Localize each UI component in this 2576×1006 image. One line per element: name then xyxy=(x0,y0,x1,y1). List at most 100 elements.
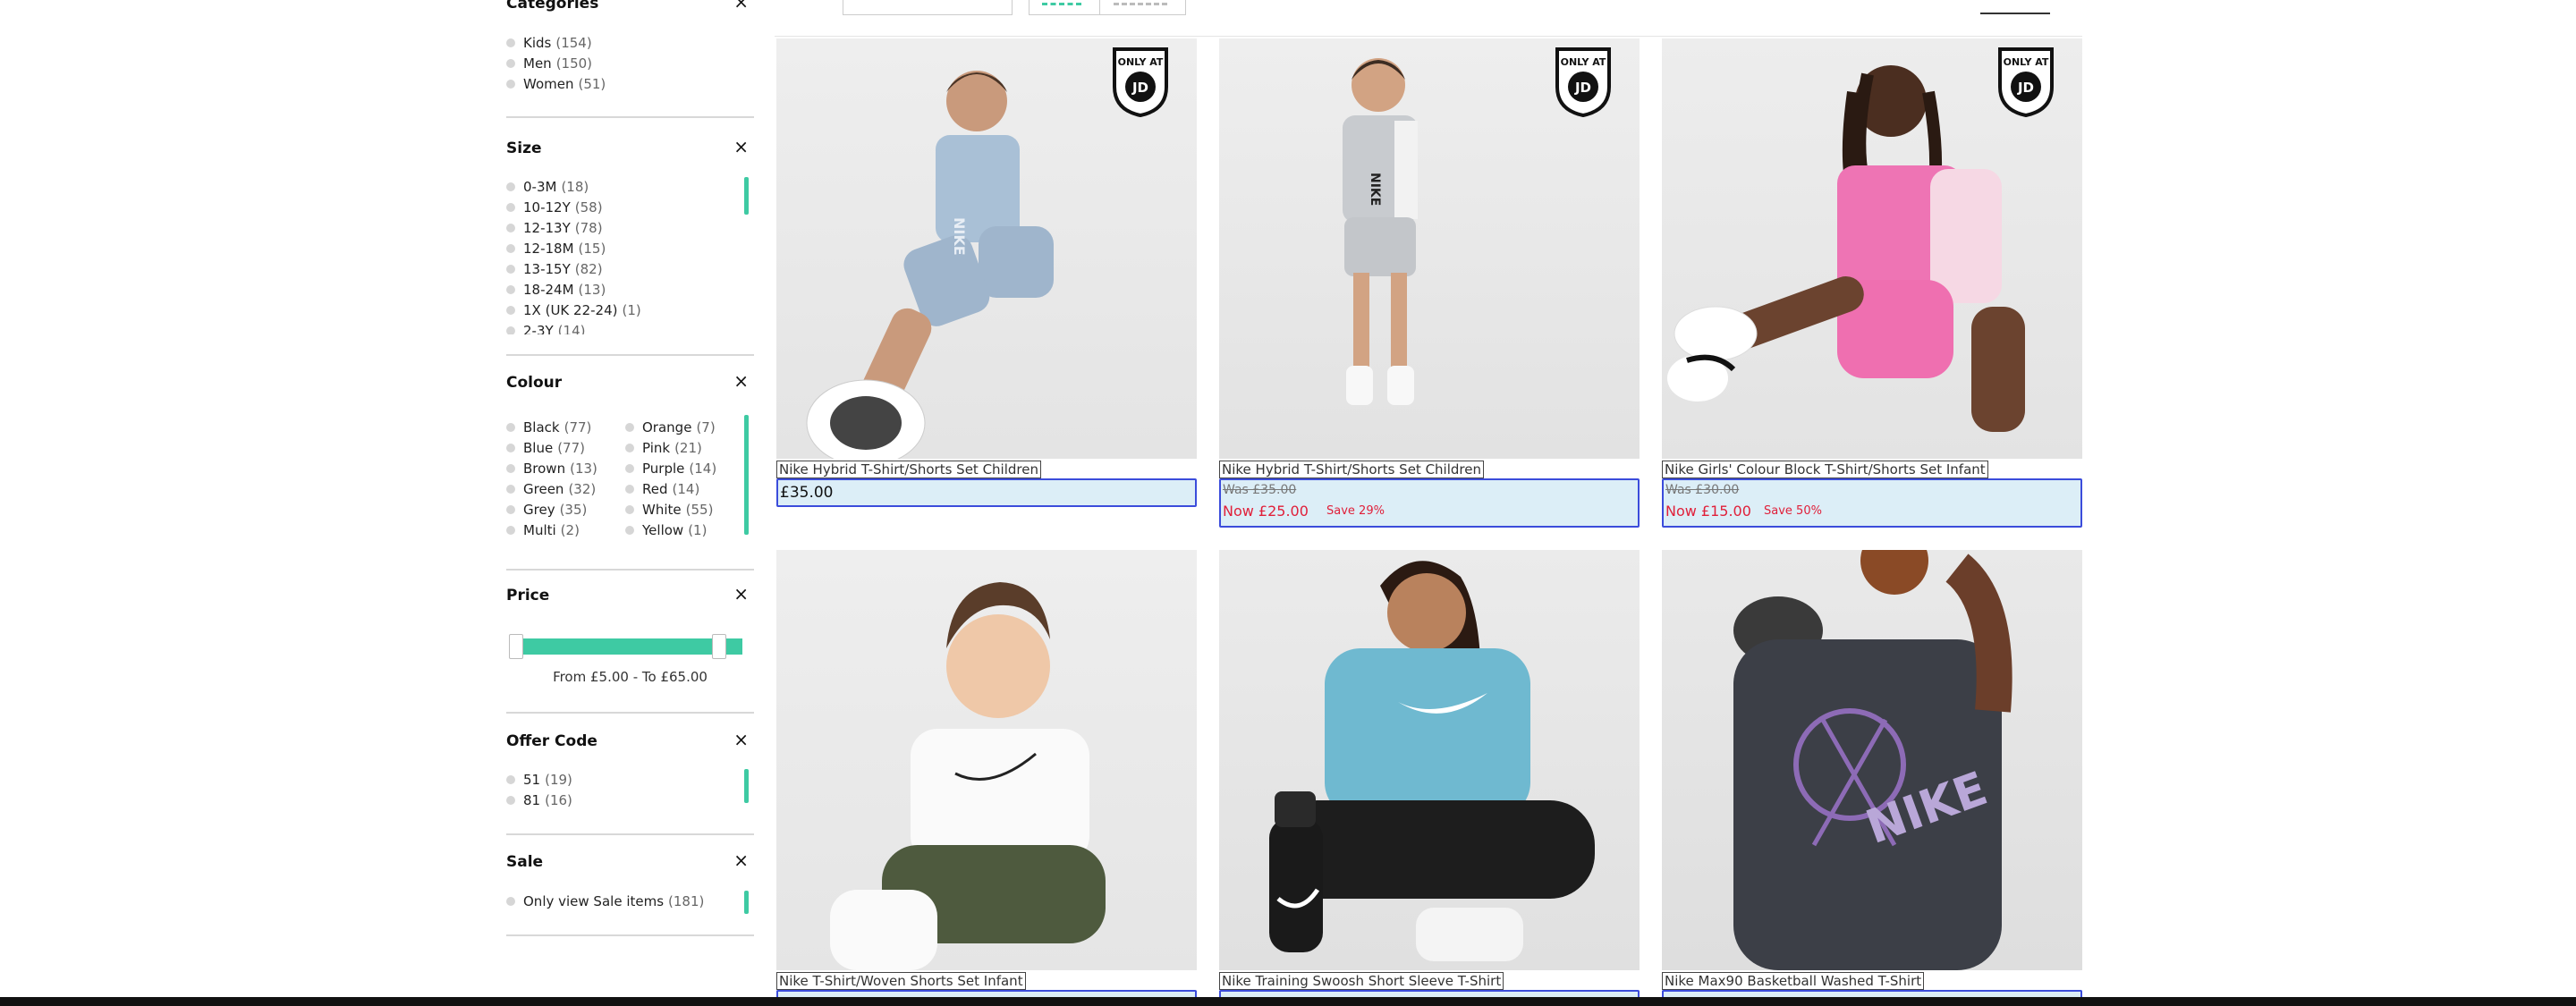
product-name[interactable]: Nike Hybrid T-Shirt/Shorts Set Children xyxy=(776,461,1041,478)
size-close-icon[interactable]: × xyxy=(733,138,749,156)
grid-view-toggle[interactable] xyxy=(1029,0,1186,15)
sale-title: Sale xyxy=(506,853,544,871)
size-option[interactable]: 13-15Y (82) xyxy=(506,261,603,277)
price-close-icon[interactable]: × xyxy=(733,585,749,603)
size-option[interactable]: 18-24M (13) xyxy=(506,282,606,298)
radio-icon xyxy=(506,526,515,535)
sort-dropdown[interactable] xyxy=(843,0,1013,15)
offer-code-close-icon[interactable]: × xyxy=(733,731,749,748)
radio-icon xyxy=(506,182,515,191)
colour-option-pink[interactable]: Pink (21) xyxy=(625,440,702,456)
colour-option-white[interactable]: White (55) xyxy=(625,502,713,518)
product-now-price: Now £15.00 xyxy=(1665,503,1751,520)
product-price-box: £35.00 xyxy=(776,478,1197,507)
only-at-jd-badge: ONLY AT JD xyxy=(1111,46,1170,118)
product-image[interactable] xyxy=(1219,550,1640,970)
radio-icon xyxy=(506,265,515,274)
size-option[interactable]: 1X (UK 22-24) (1) xyxy=(506,302,641,318)
product-name[interactable]: Nike T-Shirt/Woven Shorts Set Infant xyxy=(776,972,1026,990)
product-name[interactable]: Nike Girls' Colour Block T-Shirt/Shorts … xyxy=(1662,461,1988,478)
only-at-jd-icon: ONLY AT JD xyxy=(1113,47,1168,118)
product-image[interactable] xyxy=(776,550,1197,970)
price-slider-max-handle[interactable] xyxy=(712,634,726,659)
size-option[interactable]: 0-3M (18) xyxy=(506,179,589,195)
filter-offer-code: Offer Code × 51 (19) 81 (16) xyxy=(506,714,754,835)
radio-icon xyxy=(506,80,515,89)
radio-icon xyxy=(625,464,634,473)
only-at-jd-badge: ONLY AT JD xyxy=(1554,46,1613,118)
radio-icon xyxy=(506,285,515,294)
svg-text:ONLY AT: ONLY AT xyxy=(2004,56,2049,68)
radio-icon xyxy=(625,485,634,494)
offer-code-option[interactable]: 51 (19) xyxy=(506,772,572,788)
colour-close-icon[interactable]: × xyxy=(733,372,749,390)
svg-text:NIKE: NIKE xyxy=(1368,173,1382,206)
product-now-price: Now £25.00 xyxy=(1223,503,1309,520)
colour-option-orange[interactable]: Orange (7) xyxy=(625,419,716,435)
colour-title: Colour xyxy=(506,374,563,392)
colour-scrollbar[interactable] xyxy=(744,415,749,535)
filter-colour: Colour × Black (77) Blue (77) Brown (13) Gr… xyxy=(506,356,754,571)
product-price: £35.00 xyxy=(780,484,834,502)
colour-option-grey[interactable]: Grey (35) xyxy=(506,502,587,518)
only-at-jd-badge: ONLY AT JD xyxy=(1996,46,2055,118)
product-image[interactable]: NIKE ONLY AT JD xyxy=(1219,38,1640,459)
size-option[interactable]: 10-12Y (58) xyxy=(506,199,603,216)
categories-close-icon[interactable]: × xyxy=(733,0,749,11)
product-image[interactable]: NIKE xyxy=(1662,550,2082,970)
radio-icon xyxy=(625,423,634,432)
colour-option-yellow[interactable]: Yellow (1) xyxy=(625,522,707,538)
colour-option-multi[interactable]: Multi (2) xyxy=(506,522,580,538)
product-was-price: Was £35.00 xyxy=(1223,483,1297,497)
top-link-underline[interactable] xyxy=(1980,13,2050,14)
radio-icon xyxy=(506,897,515,906)
offer-code-option[interactable]: 81 (16) xyxy=(506,792,572,808)
product-name[interactable]: Nike Max90 Basketball Washed T-Shirt xyxy=(1662,972,1925,990)
product-photo-kid-white-tee xyxy=(830,582,1106,970)
size-option[interactable]: 2-3Y (14) xyxy=(506,323,585,334)
svg-text:ONLY AT: ONLY AT xyxy=(1561,56,1606,68)
category-option-men[interactable]: Men (150) xyxy=(506,55,592,72)
grid-3-icon[interactable] xyxy=(1042,3,1081,6)
product-image[interactable]: NIKE ONLY AT JD xyxy=(776,38,1197,459)
radio-icon xyxy=(625,505,634,514)
product-name[interactable]: Nike Hybrid T-Shirt/Shorts Set Children xyxy=(1219,461,1484,478)
product-was-price: Was £30.00 xyxy=(1665,483,1740,497)
size-option[interactable]: 12-13Y (78) xyxy=(506,220,603,236)
colour-option-purple[interactable]: Purple (14) xyxy=(625,461,716,477)
radio-icon xyxy=(506,59,515,68)
colour-option-black[interactable]: Black (77) xyxy=(506,419,591,435)
size-option[interactable]: 12-18M (15) xyxy=(506,241,606,257)
product-save-label: Save 50% xyxy=(1764,504,1822,518)
product-name[interactable]: Nike Training Swoosh Short Sleeve T-Shir… xyxy=(1219,972,1504,990)
offer-code-title: Offer Code xyxy=(506,732,597,750)
radio-icon xyxy=(506,38,515,47)
product-photo-woman-blue-tee xyxy=(1269,561,1595,961)
sale-close-icon[interactable]: × xyxy=(733,851,749,869)
radio-icon xyxy=(506,306,515,315)
colour-option-green[interactable]: Green (32) xyxy=(506,481,596,497)
filter-categories: Categories × Kids (154) Men (150) Women (51… xyxy=(506,0,754,118)
offer-code-scrollbar[interactable] xyxy=(744,769,749,803)
radio-icon xyxy=(506,244,515,253)
grid-4-icon[interactable] xyxy=(1114,3,1167,6)
colour-option-brown[interactable]: Brown (13) xyxy=(506,461,597,477)
price-slider-min-handle[interactable] xyxy=(509,634,523,659)
price-slider-track[interactable] xyxy=(515,638,742,655)
categories-title: Categories xyxy=(506,0,599,13)
size-options-list[interactable]: 0-3M (18) 10-12Y (58) 12-13Y (78) 12-18M (15… xyxy=(506,175,748,334)
category-option-kids[interactable]: Kids (154) xyxy=(506,35,592,51)
radio-icon xyxy=(506,505,515,514)
sale-option[interactable]: Only view Sale items (181) xyxy=(506,893,704,909)
colour-option-red[interactable]: Red (14) xyxy=(625,481,699,497)
svg-text:JD: JD xyxy=(1574,80,1591,96)
category-option-women[interactable]: Women (51) xyxy=(506,76,606,92)
colour-option-blue[interactable]: Blue (77) xyxy=(506,440,585,456)
sale-scrollbar[interactable] xyxy=(744,891,749,914)
radio-icon xyxy=(506,326,515,334)
radio-icon xyxy=(506,423,515,432)
product-image[interactable]: ONLY AT JD xyxy=(1662,38,2082,459)
bottom-bar xyxy=(0,997,2576,1006)
size-scrollbar[interactable] xyxy=(744,177,749,215)
svg-text:NIKE: NIKE xyxy=(951,217,968,256)
